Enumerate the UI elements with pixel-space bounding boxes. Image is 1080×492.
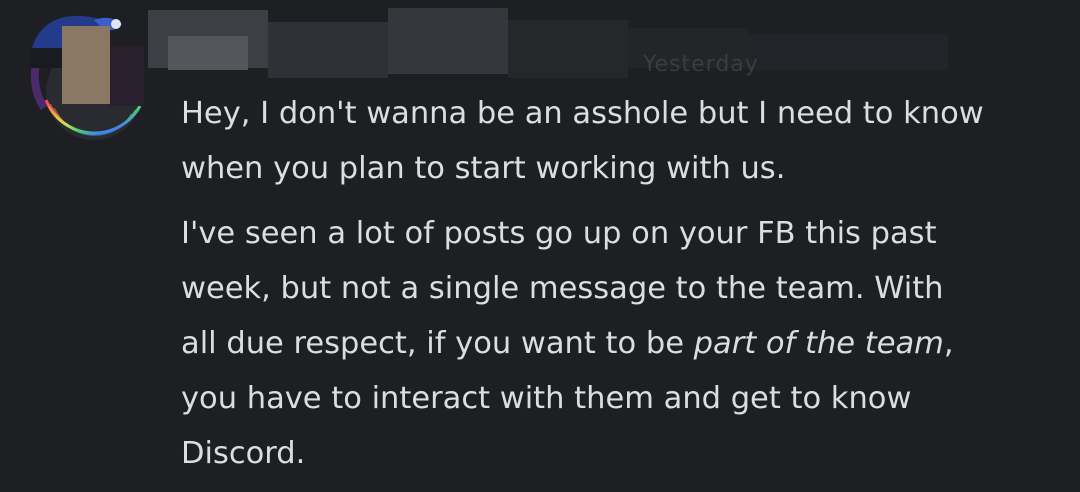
message-line: when you plan to start working with us. [181, 151, 786, 186]
message-line: I've seen a lot of posts go up on your F… [181, 216, 937, 251]
message-line: week, but not a single message to the te… [181, 271, 944, 306]
message-line: you have to interact with them and get t… [181, 381, 912, 416]
italic-emphasis: part of the team [693, 326, 944, 361]
message-header-redacted: Yesterday [48, 8, 948, 82]
message-line: all due respect, if you want to be [181, 326, 694, 361]
message-content: Hey, I don't wanna be an asshole but I n… [181, 86, 1061, 481]
chat-message: Yesterday Hey, I don't wanna be an assho… [0, 0, 1080, 492]
message-paragraph-2: I've seen a lot of posts go up on your F… [181, 206, 1061, 481]
message-line: , [943, 326, 954, 361]
message-paragraph-1: Hey, I don't wanna be an asshole but I n… [181, 86, 1061, 196]
message-line: Discord. [181, 436, 306, 471]
message-timestamp[interactable]: Yesterday [643, 52, 759, 80]
message-line: Hey, I don't wanna be an asshole but I n… [181, 96, 984, 131]
